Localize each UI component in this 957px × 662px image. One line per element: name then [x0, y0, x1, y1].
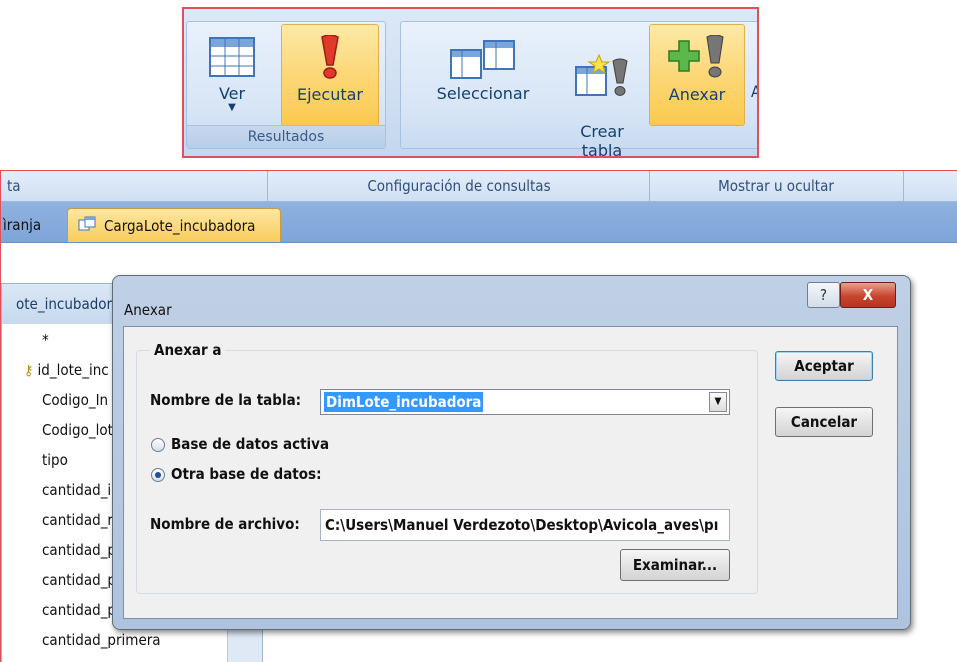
query-icon [78, 210, 96, 244]
ribbon-group-captions: ta Configuración de consultas Mostrar u … [1, 171, 957, 202]
table-name-value: DimLote_incubadora [324, 392, 484, 412]
view-label: Ver [218, 84, 246, 103]
append-query-icon [650, 25, 744, 81]
append-query-button[interactable]: Anexar [649, 24, 745, 126]
chevron-down-icon: ▼ [228, 102, 236, 113]
run-label: Ejecutar [297, 85, 363, 104]
key-icon: ⚷ [24, 363, 34, 379]
group-caption-fragment: ta [7, 177, 21, 195]
radio-current-database[interactable] [151, 438, 165, 452]
select-query-button[interactable]: Seleccionar [413, 24, 553, 126]
file-name-input[interactable]: C:\Users\Manuel Verdezoto\Desktop\Avicol… [320, 509, 730, 541]
help-button[interactable]: ? [807, 282, 840, 308]
divider [903, 171, 904, 201]
browse-button[interactable]: Examinar... [620, 549, 730, 581]
cancel-button[interactable]: Cancelar [775, 407, 873, 437]
ribbon-crop: Ver ▼ Ejecutar Resultados Seleccionar Cr… [182, 7, 759, 158]
dialog-title: Anexar [124, 301, 172, 319]
ok-button[interactable]: Aceptar [775, 351, 873, 381]
datasheet-view-icon [193, 24, 271, 80]
append-dialog: Anexar ? X Anexar a Nombre de la tabla: … [112, 275, 911, 630]
run-exclamation-icon [282, 25, 378, 81]
field-item-all[interactable]: * [42, 327, 49, 353]
group-caption-show-hide: Mostrar u ocultar [718, 177, 834, 195]
run-button[interactable]: Ejecutar [281, 24, 379, 126]
make-table-icon [563, 43, 641, 99]
radio-other-database-label[interactable]: Otra base de datos: [171, 465, 321, 483]
field-item[interactable]: cantidad_r [42, 507, 113, 533]
tab-label: ìranja [3, 216, 42, 234]
append-to-legend: Anexar a [150, 341, 226, 359]
append-query-label: Anexar [668, 85, 726, 104]
field-label: id_lote_inc [37, 361, 109, 379]
field-item[interactable]: cantidad_i [42, 477, 111, 503]
field-item[interactable]: cantidad_primera [42, 627, 161, 653]
table-name-combobox[interactable]: DimLote_incubadora ▼ [320, 389, 730, 415]
dialog-body: Anexar a Nombre de la tabla: DimLote_inc… [123, 326, 898, 619]
tab-granja[interactable]: ìranja [1, 208, 51, 242]
radio-other-database[interactable] [151, 468, 165, 482]
document-tab-strip: ìranja CargaLote_incubadora [1, 202, 957, 243]
tab-label: CargaLote_incubadora [104, 217, 256, 235]
group-caption-query-setup: Configuración de consultas [367, 177, 551, 195]
cut-off-button-fragment: A [751, 82, 757, 101]
results-group-label: Resultados [187, 125, 385, 148]
chevron-down-icon[interactable]: ▼ [709, 392, 727, 412]
table-name-label: Nombre de la tabla: [150, 391, 302, 409]
view-button[interactable]: Ver ▼ [193, 24, 271, 126]
field-item[interactable]: Codigo_lot [42, 417, 113, 443]
tab-cargalote-incubadora[interactable]: CargaLote_incubadora [67, 208, 281, 242]
radio-current-database-label[interactable]: Base de datos activa [171, 435, 329, 453]
close-button[interactable]: X [840, 282, 896, 308]
divider [267, 171, 268, 201]
radio-selected-dot [155, 472, 161, 478]
field-item[interactable]: tipo [42, 447, 68, 473]
select-query-label: Seleccionar [436, 84, 530, 103]
file-name-label: Nombre de archivo: [150, 515, 300, 533]
field-item[interactable]: ⚷ id_lote_inc [24, 357, 109, 383]
field-item[interactable]: cantidad_p [42, 537, 116, 563]
make-table-label: Crear tabla [580, 122, 624, 158]
results-group: Ver ▼ Ejecutar Resultados [186, 21, 386, 149]
make-table-button[interactable]: Crear tabla [563, 24, 641, 156]
query-type-group: Seleccionar Crear tabla Anexar [400, 21, 757, 156]
select-query-icon [413, 24, 553, 80]
divider [649, 171, 650, 201]
field-item[interactable]: cantidad_p [42, 567, 116, 593]
field-item[interactable]: Codigo_In [42, 387, 108, 413]
